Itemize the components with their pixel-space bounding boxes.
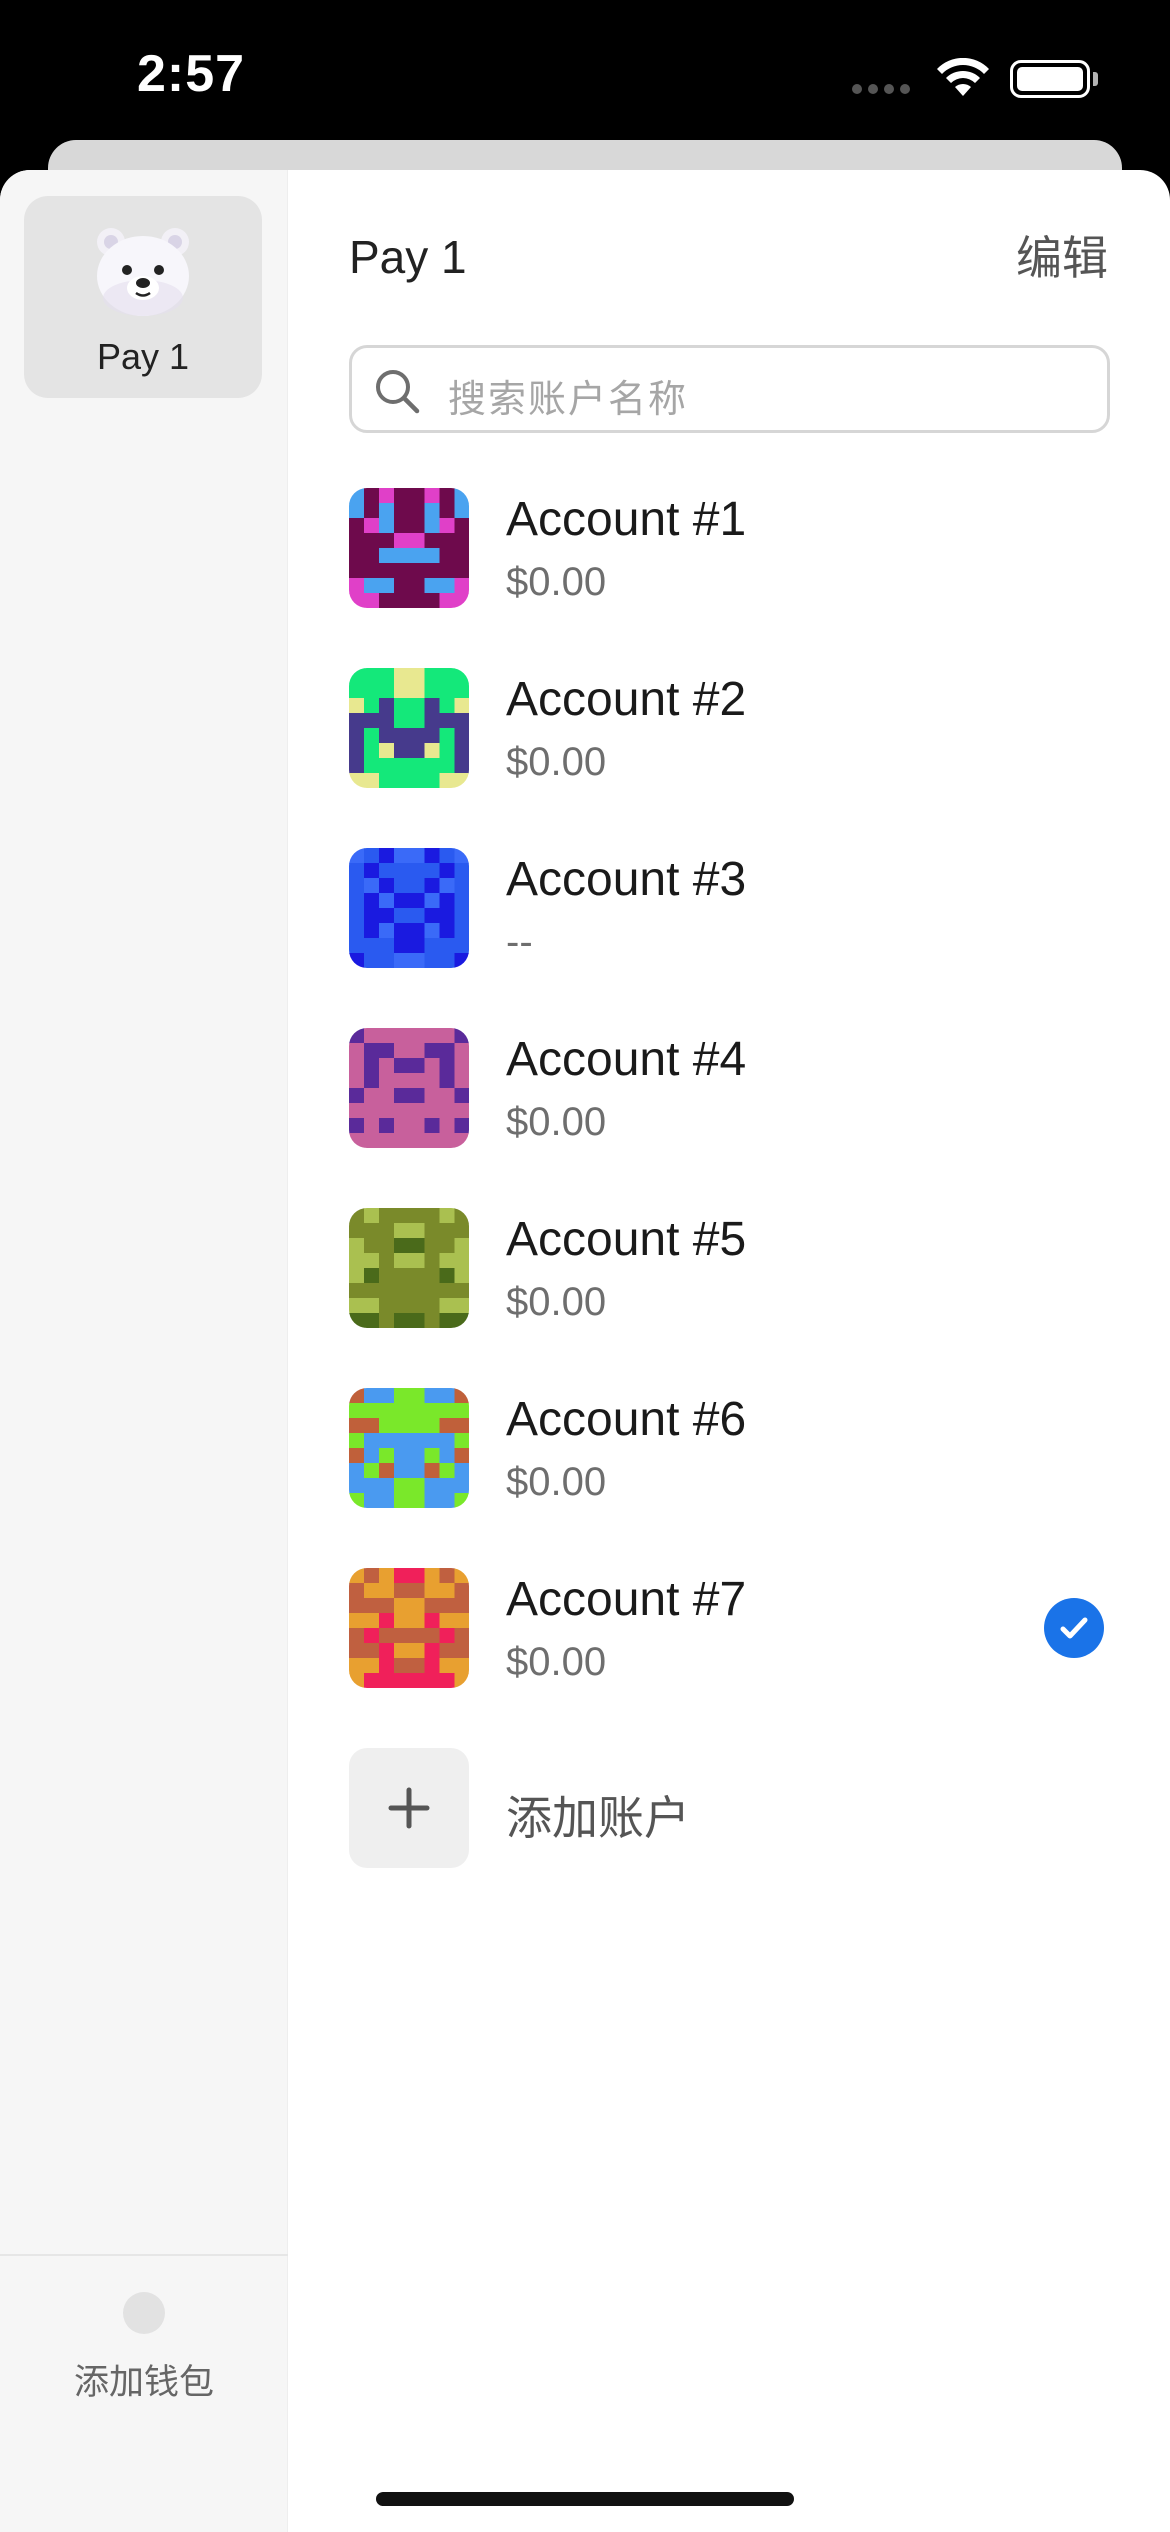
search-icon: [376, 370, 420, 414]
add-account-label: 添加账户: [506, 1792, 690, 1844]
wallet-item-pay-1[interactable]: Pay 1: [24, 196, 262, 398]
account-name: Account #7: [506, 1573, 747, 1626]
account-balance: $0.00: [506, 1280, 607, 1324]
account-row[interactable]: Account #6 $0.00: [349, 1388, 1110, 1568]
add-wallet-label: 添加钱包: [73, 2363, 214, 2402]
account-balance: $0.00: [506, 1640, 607, 1684]
account-avatar-icon: [349, 1208, 469, 1328]
account-panel: Pay 1 编辑 搜索账户名称 Account #1 $0.00 Account…: [289, 170, 1170, 2532]
account-name: Account #6: [506, 1393, 747, 1446]
wallet-sidebar: Pay 1 添加钱包: [0, 170, 288, 2532]
account-row[interactable]: Account #4 $0.00: [349, 1028, 1110, 1208]
account-name: Account #4: [506, 1033, 747, 1086]
polar-bear-icon: [97, 228, 189, 316]
search-placeholder: 搜索账户名称: [448, 379, 689, 421]
account-name: Account #2: [506, 673, 747, 726]
account-row[interactable]: Account #7 $0.00: [349, 1568, 1110, 1748]
wallet-sheet: Pay 1 添加钱包 Pay 1 编辑 搜索账户名称 Account #1 $0…: [0, 170, 1170, 2532]
selected-check-icon: [1044, 1598, 1104, 1658]
account-name: Account #5: [506, 1213, 747, 1266]
account-balance: $0.00: [506, 740, 607, 784]
account-row[interactable]: Account #2 $0.00: [349, 668, 1110, 848]
account-name: Account #1: [506, 493, 747, 546]
cellular-signal-icon: [852, 84, 910, 94]
account-balance: $0.00: [506, 1100, 607, 1144]
page-title: Pay 1: [349, 231, 467, 283]
account-avatar-icon: [349, 1568, 469, 1688]
add-account-icon: [349, 1748, 469, 1868]
account-avatar-icon: [349, 1028, 469, 1148]
add-wallet-icon: [123, 2292, 165, 2334]
account-avatar-icon: [349, 848, 469, 968]
edit-button[interactable]: 编辑: [1016, 222, 1108, 288]
account-balance: $0.00: [506, 1460, 607, 1504]
account-name: Account #3: [506, 853, 747, 906]
account-avatar-icon: [349, 1388, 469, 1508]
account-row[interactable]: Account #5 $0.00: [349, 1208, 1110, 1388]
add-wallet-button[interactable]: 添加钱包: [0, 2254, 288, 2532]
account-list: Account #1 $0.00 Account #2 $0.00 Accoun…: [349, 488, 1110, 1878]
add-account-button[interactable]: 添加账户: [349, 1748, 1110, 1878]
search-input[interactable]: 搜索账户名称: [349, 345, 1110, 433]
account-row[interactable]: Account #1 $0.00: [349, 488, 1110, 668]
account-avatar-icon: [349, 668, 469, 788]
account-row[interactable]: Account #3 --: [349, 848, 1110, 1028]
status-time: 2:57: [137, 45, 246, 103]
status-bar: 2:57: [0, 0, 1170, 150]
battery-icon: [1010, 60, 1090, 98]
wallet-name: Pay 1: [96, 336, 190, 377]
account-avatar-icon: [349, 488, 469, 608]
wifi-icon: [937, 58, 989, 96]
account-balance: --: [506, 920, 533, 964]
home-indicator: [376, 2492, 794, 2506]
account-balance: $0.00: [506, 560, 607, 604]
